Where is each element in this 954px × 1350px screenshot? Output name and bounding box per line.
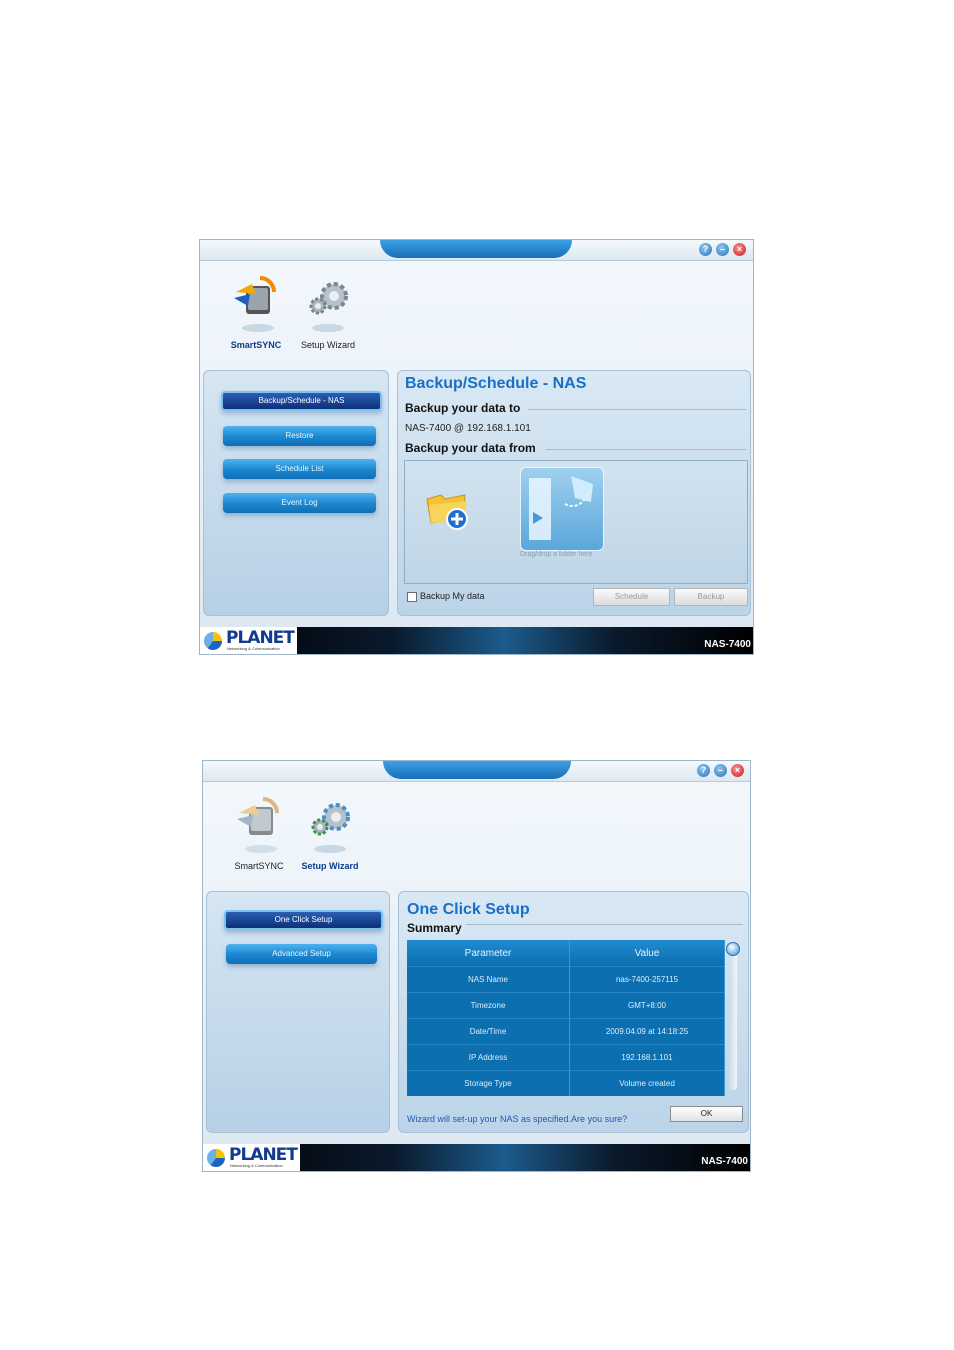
brand-name: PLANET [229, 1145, 298, 1165]
setup-wizard-app[interactable]: Setup Wizard [299, 793, 361, 871]
close-icon[interactable]: × [731, 764, 744, 777]
table-header: Parameter Value [407, 940, 725, 967]
cell-parameter: NAS Name [407, 966, 570, 993]
planet-logo: PLANET Networking & Communication [203, 1144, 300, 1171]
backup-my-data-checkbox[interactable] [407, 592, 417, 602]
close-icon[interactable]: × [733, 243, 746, 256]
table-row: IP Address 192.168.1.101 [407, 1044, 725, 1071]
cell-parameter: IP Address [407, 1044, 570, 1071]
column-header-parameter: Parameter [407, 940, 570, 967]
table-row: Timezone GMT+8:00 [407, 992, 725, 1019]
minimize-icon[interactable]: – [716, 243, 729, 256]
brand-tagline: Networking & Communication [227, 646, 280, 651]
summary-table: Parameter Value NAS Name nas-7400-257115… [407, 940, 725, 1096]
backup-target: NAS-7400 @ 192.168.1.101 [405, 423, 531, 434]
backup-my-data-label: Backup My data [420, 591, 485, 601]
cell-value: 192.168.1.101 [569, 1044, 725, 1071]
smartsync-label: SmartSYNC [230, 340, 282, 350]
schedule-button[interactable]: Schedule [593, 588, 670, 606]
smartsync-window: ? – × SmartSYNC Setup Wizard Backup/Sche… [199, 239, 754, 655]
brand-name: PLANET [226, 628, 295, 648]
setup-wizard-label: Setup Wizard [301, 861, 359, 871]
sidebar: Backup/Schedule - NAS Restore Schedule L… [203, 370, 389, 616]
table-row: Storage Type Volume created [407, 1070, 725, 1096]
nav-backup-schedule[interactable]: Backup/Schedule - NAS [221, 391, 382, 411]
nav-restore[interactable]: Restore [223, 426, 376, 446]
nav-event-log[interactable]: Event Log [223, 493, 376, 513]
section-summary: Summary [407, 921, 466, 935]
smartsync-label: SmartSYNC [234, 861, 284, 871]
help-icon[interactable]: ? [697, 764, 710, 777]
page-title: Backup/Schedule - NAS [405, 375, 587, 392]
help-icon[interactable]: ? [699, 243, 712, 256]
model-name: NAS-7400 [701, 1156, 748, 1167]
setup-wizard-app[interactable]: Setup Wizard [298, 272, 358, 350]
smartsync-icon [234, 276, 276, 332]
title-bar: ? – × [200, 240, 753, 261]
backup-button[interactable]: Backup [674, 588, 748, 606]
gear-icon [311, 803, 350, 853]
planet-logo-icon [204, 632, 222, 650]
setup-wizard-window: ? – × SmartSYNC Setup Wizard One Click S… [202, 760, 751, 1172]
gear-icon [309, 282, 348, 332]
cell-value: GMT+8:00 [569, 992, 725, 1019]
smartsync-icon [237, 797, 279, 853]
table-row: NAS Name nas-7400-257115 [407, 966, 725, 993]
nav-schedule-list[interactable]: Schedule List [223, 459, 376, 479]
title-bar: ? – × [203, 761, 750, 782]
nav-advanced-setup[interactable]: Advanced Setup [226, 944, 377, 964]
title-bar-accent [383, 761, 571, 779]
cell-parameter: Storage Type [407, 1070, 570, 1096]
column-header-value: Value [569, 940, 725, 967]
cell-parameter: Timezone [407, 992, 570, 1019]
drop-zone[interactable]: Drag/drop a folder here [404, 460, 748, 584]
title-bar-accent [380, 240, 572, 258]
table-row: Date/Time 2009.04.09 at 14:18:25 [407, 1018, 725, 1045]
page-title: One Click Setup [407, 901, 530, 918]
nav-one-click-setup[interactable]: One Click Setup [224, 910, 383, 930]
summary-scrollbar[interactable] [729, 942, 737, 1090]
smartsync-app[interactable]: SmartSYNC [229, 793, 289, 871]
footer-bar: PLANET Networking & Communication NAS-74… [200, 627, 753, 654]
drag-drop-icon [529, 476, 593, 540]
ok-button[interactable]: OK [670, 1106, 743, 1122]
cell-value: Volume created [569, 1070, 725, 1096]
main-panel: Backup/Schedule - NAS Backup your data t… [397, 370, 751, 616]
planet-logo-icon [207, 1149, 225, 1167]
add-folder-icon[interactable] [425, 489, 471, 531]
brand-tagline: Networking & Communication [230, 1163, 283, 1168]
confirm-message: Wizard will set-up your NAS as specified… [407, 1114, 628, 1124]
cell-parameter: Date/Time [407, 1018, 570, 1045]
section-backup-from: Backup your data from [405, 441, 536, 455]
cell-value: nas-7400-257115 [569, 966, 725, 993]
setup-wizard-label: Setup Wizard [300, 340, 356, 350]
planet-logo: PLANET Networking & Communication [200, 627, 297, 654]
minimize-icon[interactable]: – [714, 764, 727, 777]
divider [528, 409, 746, 410]
drag-drop-card[interactable] [520, 467, 604, 551]
drop-hint: Drag/drop a folder here [520, 551, 593, 558]
footer-bar: PLANET Networking & Communication NAS-74… [203, 1144, 750, 1171]
sidebar: One Click Setup Advanced Setup [206, 891, 390, 1133]
smartsync-app[interactable]: SmartSYNC [226, 272, 286, 350]
main-panel: One Click Setup Summary Parameter Value … [398, 891, 749, 1133]
scrollbar-thumb[interactable] [726, 942, 740, 956]
divider [546, 449, 746, 450]
section-backup-to: Backup your data to [405, 401, 521, 415]
cell-value: 2009.04.09 at 14:18:25 [569, 1018, 725, 1045]
model-name: NAS-7400 [704, 639, 751, 650]
